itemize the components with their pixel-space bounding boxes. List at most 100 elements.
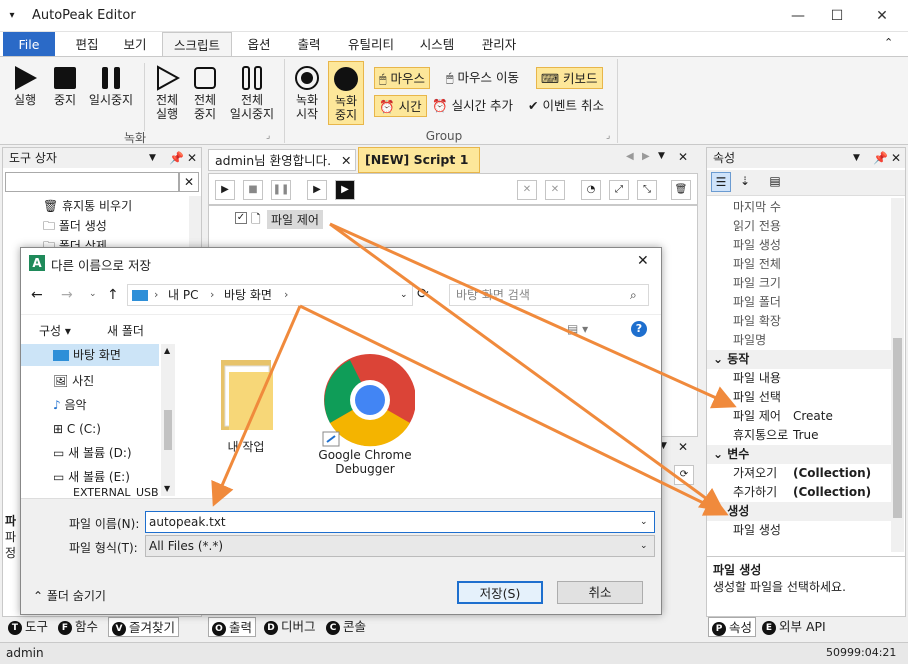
property-row[interactable]: 파일명 [707,331,891,350]
tab-edit[interactable]: 편집 [66,32,108,57]
view-options-icon[interactable]: ▤ ▾ [567,322,588,336]
delete-icon[interactable]: ✕ [545,180,565,200]
tab-properties[interactable]: P 속성 [708,617,757,637]
record-stop-button[interactable]: 녹화 중지 [328,61,364,125]
tab-scroll-right-icon[interactable]: ▶ [642,151,650,162]
property-row[interactable]: 파일 폴더 [707,293,891,312]
scroll-down-icon[interactable]: ▼ [164,484,170,493]
file-item[interactable]: 내 작업 [201,352,291,472]
pause-all-button[interactable]: 전체 일시중지 [224,65,280,121]
scroll-up-icon[interactable]: ▲ [164,346,170,355]
nav-item-desktop[interactable]: 바탕 화면 [21,344,159,366]
scrollbar-thumb[interactable] [164,410,172,450]
address-bar[interactable]: › 내 PC › 바탕 화면 › ⌄ [127,284,413,306]
help-icon[interactable]: ? [631,321,647,337]
scrollbar-thumb[interactable] [893,338,902,518]
collapse-icon[interactable]: ⤡ [637,180,657,200]
categorized-icon[interactable]: ☰ [711,172,731,192]
tree-item[interactable]: 🗀 폴더 생성 [43,216,193,236]
chevron-down-icon[interactable]: ⌄ [400,285,408,305]
toolbox-search-input[interactable] [5,172,179,192]
tab-console[interactable]: C 콘솔 [326,617,366,637]
close-button[interactable]: ✕ [860,0,904,32]
step-over-icon[interactable]: ▶ [335,180,355,200]
tab-functions[interactable]: F 함수 [58,617,98,637]
property-row[interactable]: 마지막 수 [707,198,891,217]
event-cancel-toggle[interactable]: ✔ 이벤트 취소 [528,95,604,117]
dialog-launcher-icon[interactable]: ⌟ [266,131,270,141]
script-line[interactable]: 파일 제어 [267,210,323,229]
tab-external-api[interactable]: E 외부 API [762,617,826,637]
nav-item-pictures[interactable]: 🖼 사진 [53,370,94,392]
run-all-button[interactable]: 전체 실행 [148,65,186,121]
chevron-down-icon[interactable]: ▼ [853,148,860,168]
mouse-toggle[interactable]: 🖱 마우스 [374,67,431,89]
property-row[interactable]: 파일 전체 [707,255,891,274]
tab-system[interactable]: 시스템 [410,32,464,57]
realtime-add-toggle[interactable]: ⏰ 실시간 추가 [432,95,513,117]
back-arrow-icon[interactable]: ← [31,287,43,303]
pause-button[interactable]: 일시중지 [86,65,136,107]
tab-script[interactable]: 스크립트 [162,32,232,58]
refresh-icon[interactable]: ⟳ [417,286,429,302]
filename-input[interactable]: autopeak.txt ⌄ [145,511,655,533]
mouse-move-toggle[interactable]: 🖱 마우스 이동 [446,67,519,89]
chevron-down-icon[interactable]: ▼ [149,148,156,168]
category-action[interactable]: ⌄ 동작 [707,350,891,369]
breadcrumb-pc[interactable]: 내 PC [168,285,198,305]
tab-tools[interactable]: T 도구 [8,617,48,637]
property-pages-icon[interactable]: ▤ [765,172,785,192]
property-row[interactable]: 휴지통으로 True [707,426,891,445]
tab-favorites[interactable]: V 즐겨찾기 [108,617,180,637]
tab-script-1[interactable]: [NEW] Script 1 [358,147,480,173]
expand-icon[interactable]: ⤢ [609,180,629,200]
property-row[interactable]: 추가하기 (Collection) [707,483,891,502]
stop-all-button[interactable]: 전체 중지 [188,65,222,121]
tab-utility[interactable]: 유틸리티 [338,32,404,57]
stop-button[interactable]: 중지 [48,65,82,107]
pin-icon[interactable]: 📌 [169,148,184,168]
file-item[interactable]: Google Chrome Debugger [307,352,423,476]
recent-chevron-icon[interactable]: ⌄ [89,289,97,299]
nav-item-music[interactable]: ♪ 음악 [53,394,87,416]
property-row[interactable]: 가져오기 (Collection) [707,464,891,483]
clear-search-icon[interactable]: ✕ [179,172,199,192]
nav-item-drive-e[interactable]: ▭ 새 볼륨 (E:) [53,466,130,488]
hide-folders-toggle[interactable]: ⌃ 폴더 숨기기 [33,587,106,604]
breadcrumb-desktop[interactable]: 바탕 화면 [224,285,272,305]
maximize-button[interactable]: ☐ [815,0,859,32]
tab-options[interactable]: 옵션 [238,32,280,57]
nav-item-drive-d[interactable]: ▭ 새 볼륨 (D:) [53,442,132,464]
property-row[interactable]: 파일 생성 [707,236,891,255]
run-button[interactable]: 실행 [8,65,42,107]
property-row[interactable]: 파일 제어 Create [707,407,891,426]
filetype-select[interactable]: All Files (*.*) ⌄ [145,535,655,557]
property-row[interactable]: 파일 내용 [707,369,891,388]
category-create[interactable]: ⌄ 생성 [707,502,891,521]
trash-icon[interactable]: 🗑 [671,180,691,200]
keyboard-toggle[interactable]: ⌨ 키보드 [536,67,603,89]
sort-alpha-icon[interactable]: ⇣ [735,172,755,192]
search-input[interactable]: 바탕 화면 검색 ⌕ [449,284,649,306]
line-checkbox[interactable]: ✓ [235,212,247,224]
close-icon[interactable]: ✕ [341,150,351,172]
record-start-button[interactable]: 녹화 시작 [290,65,324,121]
clock-icon[interactable]: ◔ [581,180,601,200]
category-variables[interactable]: ⌄ 변수 [707,445,891,464]
tab-output[interactable]: 출력 [288,32,330,57]
chevron-down-icon[interactable]: ▼ [658,151,665,161]
dialog-launcher-icon[interactable]: ⌟ [606,131,610,141]
property-row[interactable]: 파일 확장 [707,312,891,331]
tab-scroll-left-icon[interactable]: ◀ [626,151,634,162]
step-into-icon[interactable]: ▶ [307,180,327,200]
scrollbar[interactable] [891,198,904,552]
close-icon[interactable]: ✕ [678,150,688,164]
save-button[interactable]: 저장(S) [457,581,543,604]
disable-icon[interactable]: ✕ [517,180,537,200]
tab-output-panel[interactable]: O 출력 [208,617,257,637]
cancel-button[interactable]: 취소 [557,581,643,604]
scrollbar[interactable]: ▲ ▼ [161,344,175,496]
pin-icon[interactable]: 📌 [873,148,888,168]
pause-icon[interactable]: ❚❚ [271,180,291,200]
dialog-close-icon[interactable]: ✕ [637,253,649,269]
